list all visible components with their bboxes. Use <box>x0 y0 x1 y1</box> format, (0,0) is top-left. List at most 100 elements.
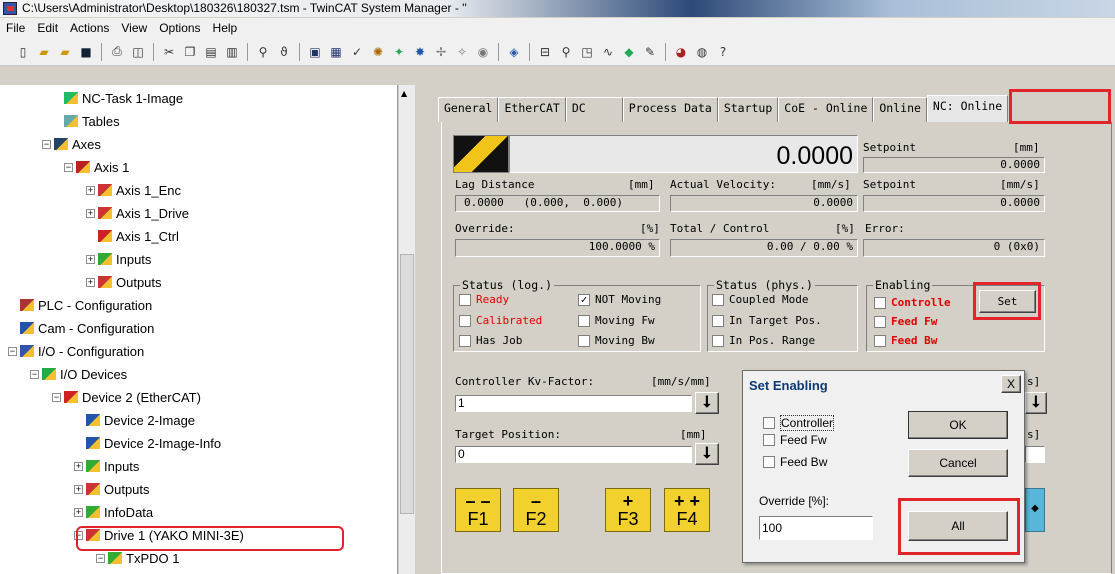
menu-actions[interactable]: Actions <box>70 21 109 35</box>
help-icon[interactable]: ? <box>714 43 732 61</box>
tree-item[interactable]: − Axis 1 <box>64 156 129 178</box>
zoom-icon[interactable]: ⚲ <box>557 43 575 61</box>
check-configuration-icon[interactable]: ✓ <box>348 43 366 61</box>
tree-item[interactable]: Device 2-Image-Info <box>86 432 221 454</box>
tree-item[interactable]: Cam - Configuration <box>20 317 154 339</box>
tree-item[interactable]: Device 2-Image <box>86 409 195 431</box>
menu-view[interactable]: View <box>121 21 147 35</box>
cut-icon[interactable]: ✂ <box>160 43 178 61</box>
tab-ethercat[interactable]: EtherCAT <box>498 97 566 122</box>
axis-online-icon[interactable]: ◆ <box>620 43 638 61</box>
f4-button[interactable]: + + F4 <box>664 488 710 532</box>
info-icon[interactable]: ◍ <box>693 43 711 61</box>
scan-devices-icon[interactable]: ✢ <box>432 43 450 61</box>
expand-icon[interactable]: + <box>86 185 95 195</box>
f2-button[interactable]: – F2 <box>513 488 559 532</box>
find-next-icon[interactable]: ϑ <box>275 43 293 61</box>
save-icon[interactable]: ■ <box>77 43 95 61</box>
dialog-feed-bw-checkbox[interactable]: Feed Bw <box>763 455 827 469</box>
tree-item[interactable]: + Outputs <box>86 271 162 293</box>
collapse-icon[interactable]: − <box>52 392 61 402</box>
right-input[interactable] <box>1025 446 1045 463</box>
paste-special-icon[interactable]: ▥ <box>223 43 241 61</box>
copy-icon[interactable]: ❐ <box>181 43 199 61</box>
kv-download-arrow-icon[interactable]: ⭣ <box>695 392 719 414</box>
find-icon[interactable]: ⚲ <box>254 43 272 61</box>
target-position-input[interactable]: 0 <box>455 446 692 463</box>
tab-startup[interactable]: Startup <box>717 97 779 122</box>
tab-process-data[interactable]: Process Data <box>622 97 718 122</box>
tab-coe-online[interactable]: CoE - Online <box>778 97 874 122</box>
menu-edit[interactable]: Edit <box>37 21 58 35</box>
tree-item[interactable]: + Outputs <box>74 478 150 500</box>
dialog-override-input[interactable]: 100 <box>759 516 873 540</box>
f1-button[interactable]: – – F1 <box>455 488 501 532</box>
f3-button[interactable]: + F3 <box>605 488 651 532</box>
paste-icon[interactable]: ▤ <box>202 43 220 61</box>
restart-icon[interactable]: ✦ <box>390 43 408 61</box>
tab-general[interactable]: General <box>438 97 499 122</box>
cancel-button[interactable]: Cancel <box>908 449 1008 477</box>
dialog-controller-checkbox[interactable]: Controller <box>763 415 835 431</box>
activate-configuration-icon[interactable]: ✺ <box>369 43 387 61</box>
tree-item[interactable]: − I/O Devices <box>30 363 127 385</box>
collapse-icon[interactable]: − <box>8 346 17 356</box>
generate-mappings-icon[interactable]: ▦ <box>327 43 345 61</box>
tree-scrollbar-thumb[interactable] <box>400 254 414 514</box>
menu-help[interactable]: Help <box>213 21 238 35</box>
show-variables-icon[interactable]: ⊟ <box>536 43 554 61</box>
expand-icon[interactable]: + <box>74 461 83 471</box>
target-download-arrow-icon[interactable]: ⭣ <box>695 443 719 465</box>
print-preview-icon[interactable]: ◫ <box>129 43 147 61</box>
config-mode-icon[interactable]: ✸ <box>411 43 429 61</box>
tree-item[interactable]: NC-Task 1-Image <box>64 87 183 109</box>
online-view-icon[interactable]: ◳ <box>578 43 596 61</box>
dialog-feed-fw-checkbox[interactable]: Feed Fw <box>763 433 827 447</box>
menu-options[interactable]: Options <box>159 21 200 35</box>
expand-icon[interactable]: + <box>86 277 95 287</box>
tree-item[interactable]: + Axis 1_Drive <box>86 202 189 224</box>
f2-symbol: – <box>530 491 541 511</box>
edit-icon[interactable]: ✎ <box>641 43 659 61</box>
tab-dc[interactable]: DC <box>565 97 623 122</box>
tree-item[interactable]: − Axes <box>42 133 101 155</box>
tree-item[interactable]: Tables <box>64 110 120 132</box>
license-icon[interactable]: ◕ <box>672 43 690 61</box>
close-icon[interactable]: X <box>1001 375 1021 393</box>
kv-factor-input[interactable]: 1 <box>455 395 692 412</box>
right-download-arrow-icon[interactable]: ⭣ <box>1025 392 1047 414</box>
f4-label: F4 <box>676 509 698 529</box>
tree-item[interactable]: + Axis 1_Enc <box>86 179 181 201</box>
target-system-icon[interactable]: ▣ <box>306 43 324 61</box>
collapse-icon[interactable]: − <box>64 162 73 172</box>
tab-nc-online[interactable]: NC: Online <box>926 95 1009 122</box>
ok-button[interactable]: OK <box>908 411 1008 439</box>
expand-icon[interactable]: + <box>86 254 95 264</box>
network-icon[interactable]: ◈ <box>505 43 523 61</box>
freerun-icon[interactable]: ✧ <box>453 43 471 61</box>
tab-online[interactable]: Online <box>873 97 927 122</box>
new-file-icon[interactable]: ▯ <box>14 43 32 61</box>
print-icon[interactable]: ⎙ <box>108 43 126 61</box>
collapse-icon[interactable]: − <box>30 369 39 379</box>
tree-item[interactable]: + Inputs <box>74 455 139 477</box>
tree-item[interactable]: PLC - Configuration <box>20 294 152 316</box>
menu-file[interactable]: File <box>6 21 25 35</box>
tree-item[interactable]: − Device 2 (EtherCAT) <box>52 386 201 408</box>
tree-item[interactable]: Axis 1_Ctrl <box>98 225 179 247</box>
open-folder-icon[interactable]: ▰ <box>35 43 53 61</box>
tree-item[interactable]: − I/O - Configuration <box>8 340 144 362</box>
tree-item[interactable]: + Inputs <box>86 248 151 270</box>
toggle-icon[interactable]: ◉ <box>474 43 492 61</box>
expand-icon[interactable]: + <box>86 208 95 218</box>
oscilloscope-icon[interactable]: ∿ <box>599 43 617 61</box>
scroll-up-icon[interactable]: ▲ <box>401 89 407 98</box>
stop-button[interactable]: ◆ <box>1025 488 1045 532</box>
open-recent-icon[interactable]: ▰ <box>56 43 74 61</box>
collapse-icon[interactable]: − <box>96 553 105 563</box>
tree-item[interactable]: + InfoData <box>74 501 153 523</box>
expand-icon[interactable]: + <box>74 484 83 494</box>
expand-icon[interactable]: + <box>74 507 83 517</box>
collapse-icon[interactable]: − <box>42 139 51 149</box>
tree-item-label: NC-Task 1-Image <box>82 90 184 106</box>
